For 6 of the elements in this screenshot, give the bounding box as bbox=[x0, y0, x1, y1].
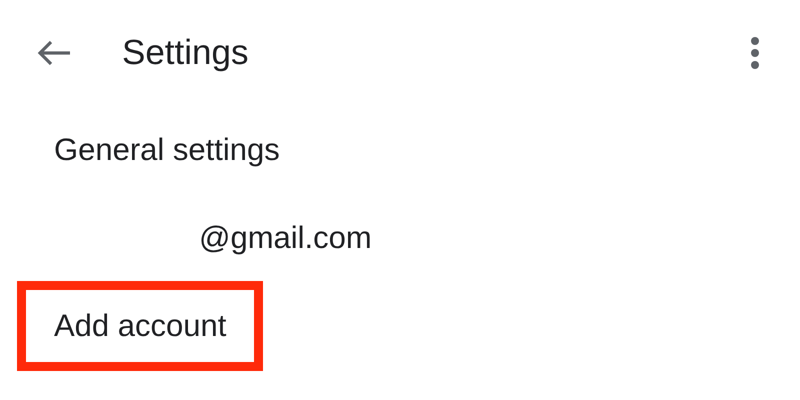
settings-item[interactable]: Add account bbox=[17, 281, 264, 371]
settings-item[interactable]: @gmail.com bbox=[162, 193, 409, 283]
settings-item[interactable]: General settings bbox=[17, 105, 317, 195]
screen-title: Settings bbox=[122, 33, 250, 73]
back-icon[interactable] bbox=[36, 39, 72, 67]
more-icon[interactable] bbox=[750, 37, 760, 69]
